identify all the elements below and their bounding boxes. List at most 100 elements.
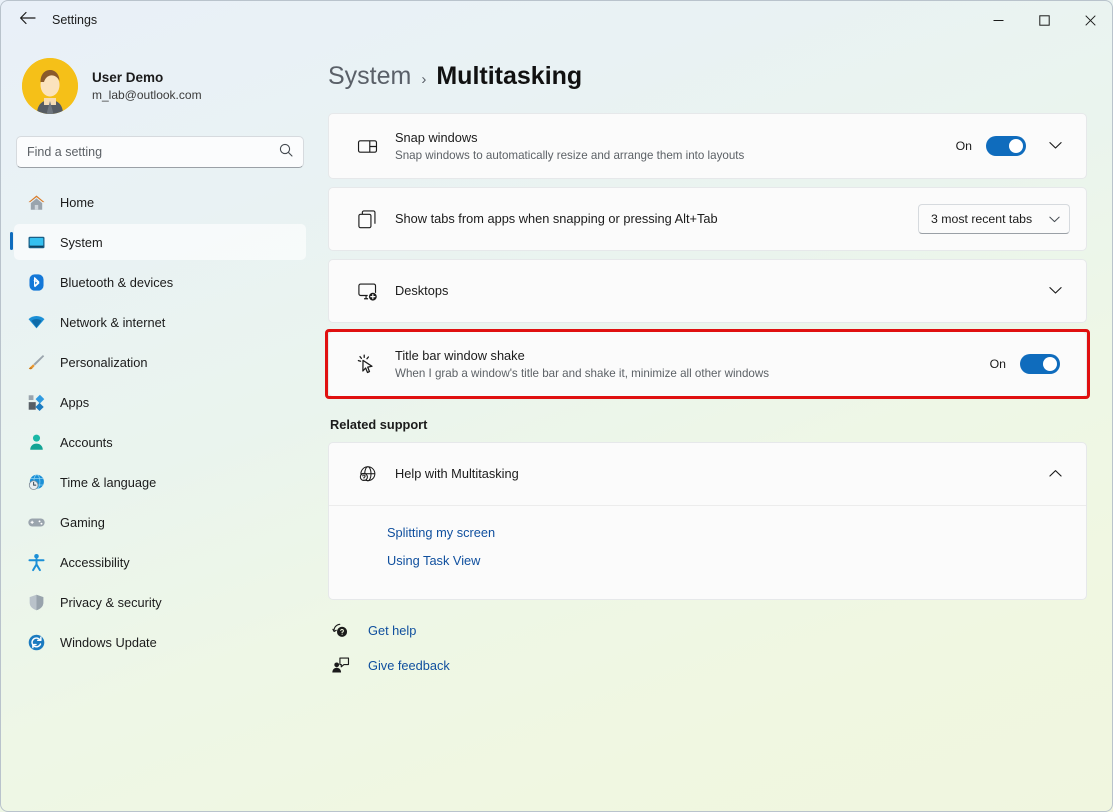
back-button[interactable] bbox=[10, 5, 44, 35]
sidebar-nav: Home System Bluetooth & devices Network … bbox=[10, 184, 306, 660]
chevron-down-icon bbox=[1048, 282, 1062, 300]
sidebar-item-label: Network & internet bbox=[60, 314, 166, 330]
maximize-button[interactable] bbox=[1021, 0, 1067, 40]
support-link-using-task-view[interactable]: Using Task View bbox=[387, 553, 480, 568]
update-refresh-icon bbox=[26, 632, 46, 652]
avatar bbox=[22, 58, 78, 114]
help-globe-icon bbox=[355, 462, 379, 486]
setting-subtitle: Snap windows to automatically resize and… bbox=[395, 148, 745, 162]
chevron-down-icon bbox=[1049, 210, 1060, 228]
related-support-heading: Related support bbox=[330, 417, 428, 432]
sidebar: User Demo m_lab@outlook.com Home bbox=[0, 40, 320, 812]
sidebar-item-system[interactable]: System bbox=[10, 224, 306, 260]
account-name: User Demo bbox=[92, 69, 164, 85]
footer-link-label: Get help bbox=[368, 622, 417, 638]
cursor-shake-icon bbox=[355, 352, 379, 376]
wifi-icon bbox=[26, 312, 46, 332]
sidebar-item-label: Bluetooth & devices bbox=[60, 274, 174, 290]
related-support-card: Help with Multitasking Splitting my scre… bbox=[328, 442, 1087, 600]
sidebar-item-home[interactable]: Home bbox=[14, 184, 306, 220]
sidebar-item-time-language[interactable]: Time & language bbox=[14, 464, 306, 500]
desktops-add-icon bbox=[355, 279, 379, 303]
tabs-icon bbox=[355, 207, 379, 231]
minimize-button[interactable] bbox=[975, 0, 1021, 40]
search-box[interactable] bbox=[16, 136, 304, 168]
account-block[interactable]: User Demo m_lab@outlook.com bbox=[22, 58, 306, 114]
support-link-splitting-my-screen[interactable]: Splitting my screen bbox=[387, 525, 495, 540]
sidebar-item-label: Time & language bbox=[60, 474, 157, 490]
snap-windows-icon bbox=[355, 134, 379, 158]
sidebar-item-personalization[interactable]: Personalization bbox=[14, 344, 306, 380]
person-icon bbox=[26, 432, 46, 452]
bluetooth-icon bbox=[26, 272, 46, 292]
sidebar-item-privacy-security[interactable]: Privacy & security bbox=[14, 584, 306, 620]
page-title: Multitasking bbox=[436, 62, 583, 90]
sidebar-item-label: Home bbox=[60, 194, 95, 210]
title-bar-window-shake-toggle[interactable] bbox=[1020, 354, 1060, 374]
sidebar-item-label: Accessibility bbox=[60, 554, 130, 570]
sidebar-item-label: Privacy & security bbox=[60, 594, 162, 610]
sidebar-item-windows-update[interactable]: Windows Update bbox=[14, 624, 306, 660]
system-monitor-icon bbox=[26, 232, 46, 252]
get-help-link[interactable]: Get help bbox=[330, 620, 416, 640]
sidebar-item-accessibility[interactable]: Accessibility bbox=[14, 544, 306, 580]
sidebar-item-apps[interactable]: Apps bbox=[14, 384, 306, 420]
footer-link-label: Give feedback bbox=[368, 657, 450, 673]
sidebar-item-gaming[interactable]: Gaming bbox=[14, 504, 306, 540]
breadcrumb: System › Multitasking bbox=[328, 62, 1087, 91]
show-tabs-dropdown[interactable]: 3 most recent tabs bbox=[918, 204, 1070, 234]
toggle-state-label: On bbox=[989, 357, 1006, 371]
main-content: System › Multitasking Snap windows Snap … bbox=[320, 40, 1113, 812]
expand-snap-windows-button[interactable] bbox=[1040, 131, 1070, 161]
setting-title: Desktops bbox=[395, 283, 449, 299]
sidebar-item-label: Apps bbox=[60, 394, 90, 410]
chevron-up-icon bbox=[1048, 465, 1062, 483]
setting-subtitle: When I grab a window's title bar and sha… bbox=[395, 366, 770, 380]
sidebar-item-label: Accounts bbox=[60, 434, 113, 450]
get-help-icon bbox=[330, 620, 350, 640]
clock-globe-icon bbox=[26, 472, 46, 492]
setting-title: Show tabs from apps when snapping or pre… bbox=[395, 211, 718, 227]
setting-title: Title bar window shake bbox=[395, 347, 525, 363]
expand-desktops-button[interactable] bbox=[1040, 276, 1070, 306]
setting-card-title-bar-window-shake[interactable]: Title bar window shake When I grab a win… bbox=[328, 331, 1087, 397]
search-icon bbox=[279, 143, 293, 162]
search-input[interactable] bbox=[27, 145, 279, 159]
close-button[interactable] bbox=[1067, 0, 1113, 40]
setting-card-show-tabs[interactable]: Show tabs from apps when snapping or pre… bbox=[328, 187, 1087, 251]
apps-icon bbox=[26, 392, 46, 412]
accessibility-icon bbox=[26, 552, 46, 572]
support-links-list: Splitting my screen Using Task View bbox=[329, 505, 1086, 599]
setting-card-desktops[interactable]: Desktops bbox=[328, 259, 1087, 323]
shield-icon bbox=[26, 592, 46, 612]
chevron-down-icon bbox=[1048, 137, 1062, 155]
back-arrow-icon bbox=[19, 11, 36, 30]
toggle-state-label: On bbox=[955, 139, 972, 153]
sidebar-item-bluetooth-devices[interactable]: Bluetooth & devices bbox=[14, 264, 306, 300]
give-feedback-link[interactable]: Give feedback bbox=[330, 655, 450, 675]
collapse-help-button[interactable] bbox=[1040, 459, 1070, 489]
setting-card-snap-windows[interactable]: Snap windows Snap windows to automatical… bbox=[328, 113, 1087, 179]
window-title: Settings bbox=[52, 13, 98, 27]
home-icon bbox=[26, 192, 46, 212]
expander-label: Help with Multitasking bbox=[395, 466, 519, 482]
sidebar-item-accounts[interactable]: Accounts bbox=[14, 424, 306, 460]
breadcrumb-parent[interactable]: System bbox=[328, 62, 411, 91]
footer-links: Get help Give feedback bbox=[330, 620, 1087, 675]
sidebar-item-network-internet[interactable]: Network & internet bbox=[14, 304, 306, 340]
sidebar-item-label: Windows Update bbox=[60, 634, 157, 650]
window-controls bbox=[975, 0, 1113, 40]
snap-windows-toggle[interactable] bbox=[986, 136, 1026, 156]
breadcrumb-separator: › bbox=[421, 71, 427, 88]
sidebar-item-label: System bbox=[60, 234, 103, 250]
title-bar: Settings bbox=[0, 0, 1113, 40]
give-feedback-icon bbox=[330, 655, 350, 675]
setting-title: Snap windows bbox=[395, 129, 478, 145]
sidebar-item-label: Gaming bbox=[60, 514, 105, 530]
sidebar-item-label: Personalization bbox=[60, 354, 148, 370]
paintbrush-icon bbox=[26, 352, 46, 372]
dropdown-value: 3 most recent tabs bbox=[931, 212, 1033, 226]
gamepad-icon bbox=[26, 512, 46, 532]
account-email: m_lab@outlook.com bbox=[92, 88, 202, 103]
help-with-multitasking-expander[interactable]: Help with Multitasking bbox=[329, 443, 1086, 505]
